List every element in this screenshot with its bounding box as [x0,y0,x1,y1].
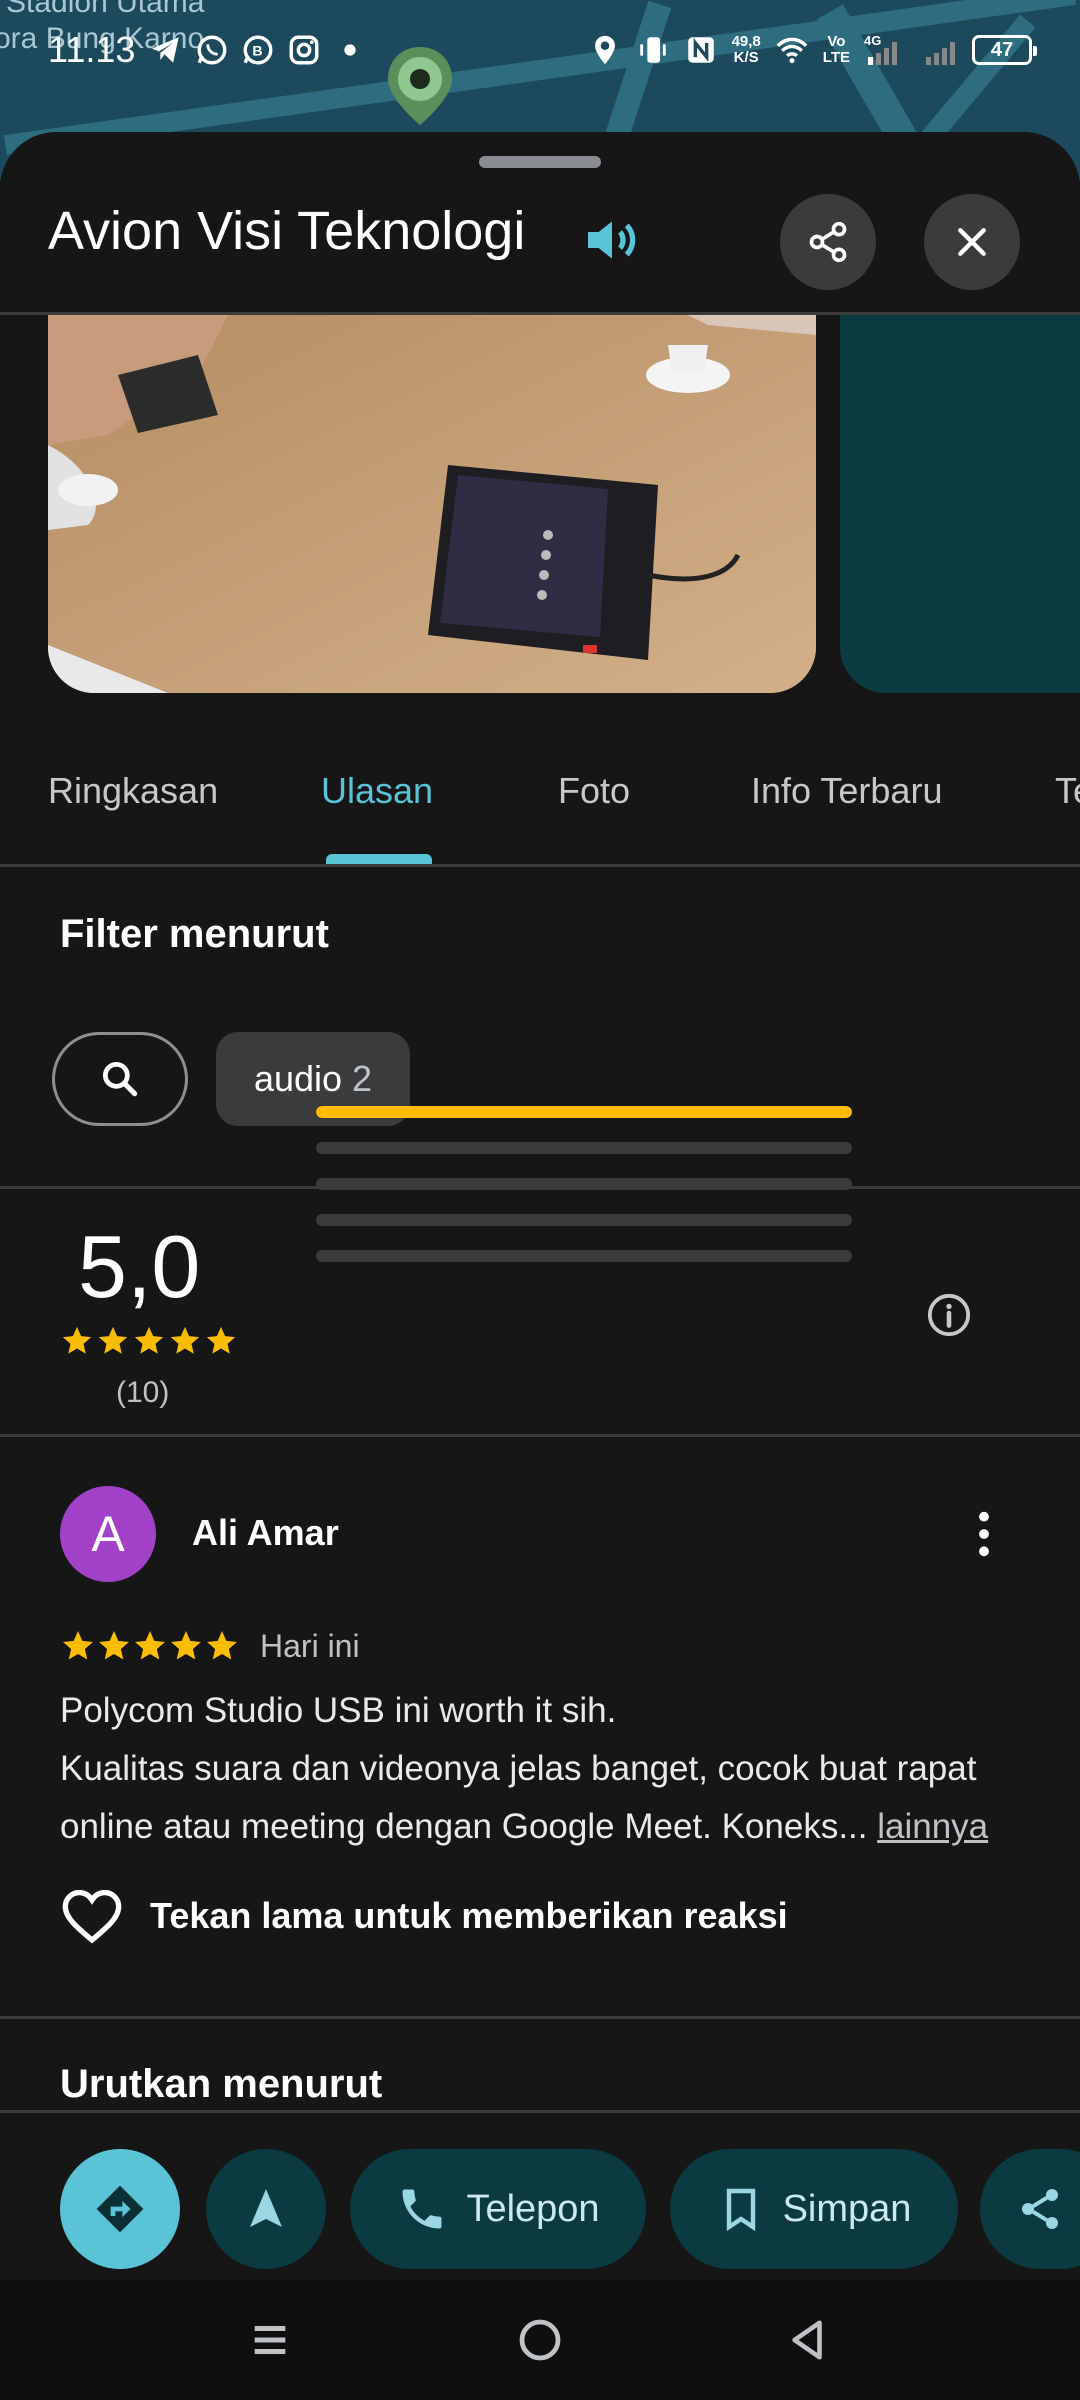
share-icon [809,221,847,263]
action-bar: Telepon Simpan [0,2110,1080,2280]
star-icon [170,1326,200,1354]
location-icon [594,35,615,65]
review-stars [60,1628,240,1664]
star-icon [99,1631,129,1660]
share-action-button[interactable] [980,2149,1080,2269]
save-button[interactable]: Simpan [670,2149,958,2269]
volte-indicator: Vo LTE [822,33,850,66]
status-time: 11.13 [48,29,136,70]
call-button[interactable]: Telepon [350,2149,646,2269]
search-reviews-button[interactable] [52,1032,188,1126]
pronounce-speaker-icon[interactable] [580,208,644,272]
review-line-2: Kualitas suara dan videonya jelas banget… [60,1749,977,1846]
tabs-divider [0,864,1080,867]
review-divider [0,2016,1080,2019]
whatsapp-business-icon: B [243,35,273,65]
star-icon [134,1326,164,1354]
rating-bar [316,1142,852,1154]
rating-bar-fill [316,1106,852,1118]
navigation-arrow-icon [250,2189,282,2227]
star-icon [207,1631,237,1660]
save-label: Simpan [782,2187,912,2230]
nfc-icon [687,37,714,63]
svg-text:4G: 4G [864,33,881,48]
reaction-hint: Tekan lama untuk memberikan reaksi [150,1895,788,1936]
star-icon [98,1326,128,1354]
close-icon [958,228,986,256]
signal-icon: 4G [864,33,897,65]
menu-icon [254,2326,286,2354]
info-icon[interactable] [926,1292,972,1338]
active-tab-indicator [326,854,432,864]
telegram-icon [152,37,180,63]
rating-bar [316,1250,852,1262]
chip-count: 2 [352,1058,373,1099]
status-bar: 11.13 B 49,8 K/S Vo LTE 4G 47 [0,0,1080,100]
recent-apps-button[interactable] [240,2310,300,2370]
share-button[interactable] [780,194,876,290]
call-label: Telepon [466,2187,600,2230]
review-date: Hari ini [260,1628,360,1664]
review-line-1: Polycom Studio USB ini worth it sih. [60,1691,617,1730]
tab-foto[interactable]: Foto [558,770,630,812]
battery-indicator: 47 [972,35,1037,65]
home-button[interactable] [510,2310,570,2370]
tab-next[interactable]: Te [1055,770,1080,812]
rating-bar [316,1106,852,1118]
place-photo-next[interactable] [840,315,1080,693]
place-title: Avion Visi Teknologi [48,201,526,261]
star-icon [171,1631,201,1660]
rating-divider [0,1434,1080,1437]
instagram-icon [289,35,319,65]
tab-ringkasan[interactable]: Ringkasan [48,770,218,812]
place-photo[interactable] [48,315,816,693]
heart-icon[interactable] [60,1886,124,1946]
tab-ulasan[interactable]: Ulasan [321,770,433,812]
star-icon [63,1631,93,1660]
search-icon [102,1061,138,1097]
sort-title[interactable]: Urutkan menurut [60,2062,382,2107]
whatsapp-icon [197,35,227,65]
review-text[interactable]: Polycom Studio USB ini worth it sih. Kua… [60,1682,1040,1856]
reaction-row[interactable]: Tekan lama untuk memberikan reaksi [60,1886,788,1946]
rating-value: 5,0 [78,1217,201,1316]
phone-icon [402,2189,442,2229]
more-options-icon[interactable] [966,1508,1002,1560]
signal-2-icon [926,42,955,65]
place-sheet: Avion Visi Teknologi Ringkasan Ulasan Fo… [0,132,1080,2280]
star-icon [135,1631,165,1660]
share-icon [1022,2189,1058,2229]
star-icon [206,1326,236,1354]
system-nav-bar [0,2280,1080,2400]
tab-info-terbaru[interactable]: Info Terbaru [751,770,942,812]
bookmark-icon [726,2188,755,2232]
home-circle-icon [519,2319,561,2361]
back-button[interactable] [778,2310,838,2370]
directions-button[interactable] [60,2149,180,2269]
rating-bar [316,1214,852,1226]
conference-table-photo [48,315,816,693]
vibrate-bluetooth-icon [639,37,666,63]
back-triangle-icon [792,2320,822,2360]
avatar[interactable]: A [60,1486,156,1582]
reviewer-name[interactable]: Ali Amar [192,1512,339,1554]
notification-dot-icon [344,44,357,56]
svg-text:B: B [253,44,263,60]
rating-bar [316,1178,852,1190]
start-navigation-button[interactable] [206,2149,326,2269]
network-speed: 49,8 K/S [731,33,761,66]
directions-icon [96,2185,144,2233]
star-icon [62,1326,92,1354]
rating-stars [60,1324,238,1358]
sheet-header: Avion Visi Teknologi [0,132,1080,312]
read-more-link[interactable]: lainnya [877,1807,988,1846]
close-button[interactable] [924,194,1020,290]
rating-count: (10) [116,1376,170,1409]
chip-label: audio [253,1058,343,1099]
wifi-icon [776,37,808,64]
filter-title: Filter menurut [60,912,329,956]
